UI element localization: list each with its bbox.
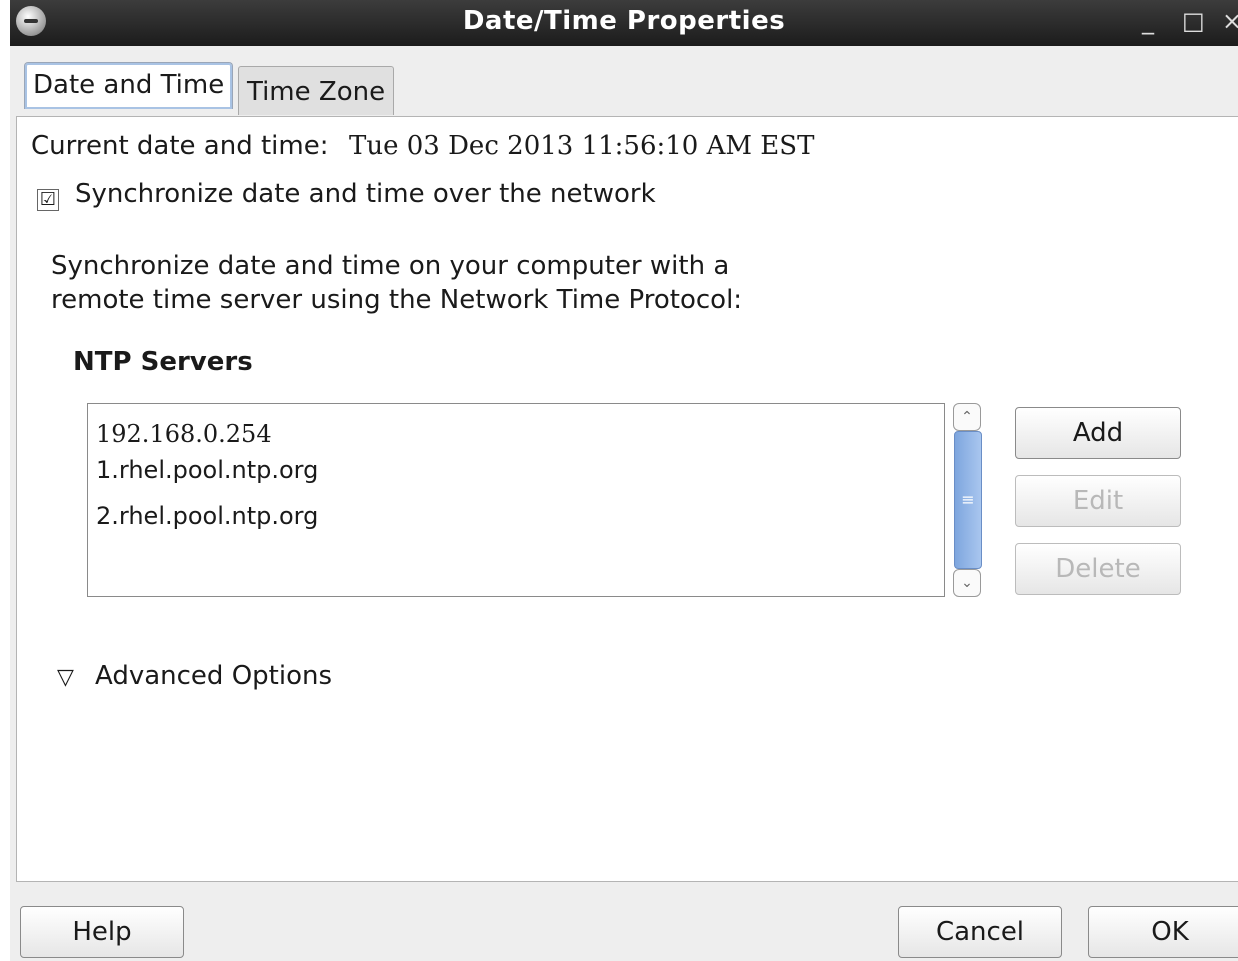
list-item[interactable]: 192.168.0.254 [96,420,272,448]
cancel-button[interactable]: Cancel [898,906,1062,958]
ntp-server-list[interactable]: 192.168.0.254 1.rhel.pool.ntp.org 2.rhel… [87,403,945,597]
tab-date-and-time[interactable]: Date and Time [24,62,234,109]
tab-time-zone[interactable]: Time Zone [238,66,395,115]
edit-button[interactable]: Edit [1015,475,1181,527]
expander-triangle-icon[interactable]: ▽ [57,665,74,690]
description-line-1: Synchronize date and time on your comput… [51,251,730,281]
scroll-down-icon[interactable]: ⌄ [953,569,981,597]
sync-label[interactable]: Synchronize date and time over the netwo… [75,179,656,209]
scroll-thumb[interactable]: ≡ [954,431,982,569]
description-line-2: remote time server using the Network Tim… [51,285,743,315]
current-datetime-label: Current date and time: [31,131,329,161]
ntp-servers-heading: NTP Servers [73,347,253,377]
window-title: Date/Time Properties [462,6,786,36]
minimize-icon[interactable]: _ [1142,6,1154,36]
list-scrollbar[interactable]: ⌃ ≡ ⌄ [953,403,982,597]
maximize-icon[interactable]: □ [1182,6,1205,36]
scroll-up-icon[interactable]: ⌃ [953,403,981,431]
advanced-options-expander[interactable]: Advanced Options [95,661,332,691]
title-bar[interactable]: Date/Time Properties _ □ × [10,0,1238,46]
sync-description: Synchronize date and time on your comput… [51,249,951,317]
list-item[interactable]: 1.rhel.pool.ntp.org [96,456,318,484]
add-button[interactable]: Add [1015,407,1181,459]
list-item[interactable]: 2.rhel.pool.ntp.org [96,502,318,530]
delete-button[interactable]: Delete [1015,543,1181,595]
dialog-body: Date and Time Time Zone Current date and… [10,46,1238,961]
sync-checkbox[interactable]: ☑ [37,189,59,211]
close-icon[interactable]: × [1222,6,1238,36]
help-button[interactable]: Help [20,906,184,958]
ok-button[interactable]: OK [1088,906,1238,958]
tab-panel: Current date and time: Tue 03 Dec 2013 1… [16,116,1238,882]
current-datetime-value: Tue 03 Dec 2013 11:56:10 AM EST [349,131,815,161]
